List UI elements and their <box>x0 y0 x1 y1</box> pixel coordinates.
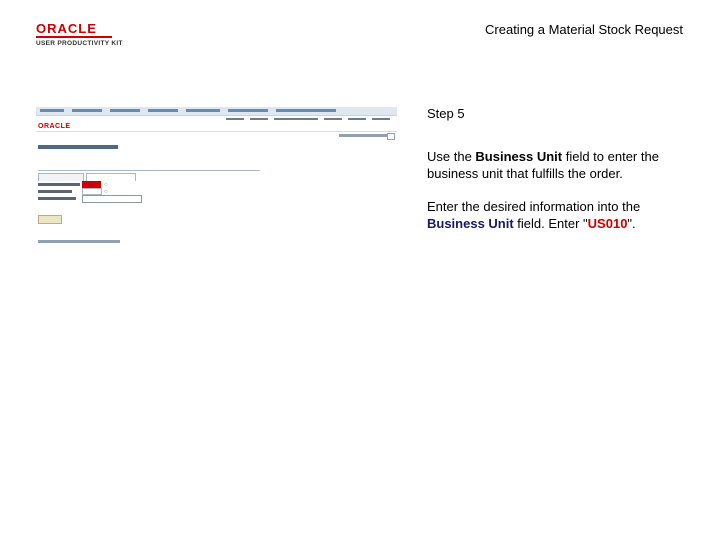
instruction-description: Use the Business Unit field to enter the… <box>427 148 697 182</box>
screenshot-thumbnail: ORACLE ○ ○ <box>36 107 397 247</box>
instruction-text: Enter the desired information into the <box>427 199 641 214</box>
thumb-footer-links <box>38 240 120 243</box>
field-reference: Business Unit <box>475 149 563 164</box>
entry-value: US010 <box>587 216 628 231</box>
thumb-label-business-unit <box>38 183 80 186</box>
oracle-upk-logo: ORACLE USER PRODUCTIVITY KIT <box>36 22 126 47</box>
thumb-breadcrumb-bar <box>36 107 397 116</box>
thumb-page-heading <box>38 145 118 149</box>
thumb-business-unit-highlight <box>82 181 101 188</box>
instruction-text: Use the <box>427 149 476 164</box>
thumb-tab-underline <box>38 170 260 171</box>
instruction-text: field. Enter " <box>513 216 588 231</box>
thumb-help-icon <box>387 133 395 140</box>
instruction-text: ". <box>627 216 636 231</box>
field-reference: Business Unit <box>427 216 514 231</box>
thumb-add-button <box>38 215 62 224</box>
thumb-label-request-type <box>38 197 76 200</box>
thumb-tab-find-existing <box>38 173 84 181</box>
instruction-action: Enter the desired information into the B… <box>427 198 697 232</box>
thumb-label-location <box>38 190 72 193</box>
thumb-menu-links <box>36 116 397 123</box>
step-label: Step 5 <box>427 106 465 121</box>
thumb-oracle-logo: ORACLE <box>38 123 71 130</box>
thumb-location-field <box>82 188 102 195</box>
thumb-lookup-icon: ○ <box>104 182 108 188</box>
document-title: Creating a Material Stock Request <box>485 22 683 37</box>
thumb-page-links <box>339 134 387 137</box>
thumb-request-type-select <box>82 195 142 203</box>
thumb-divider <box>36 131 397 132</box>
oracle-wordmark: ORACLE <box>36 22 112 38</box>
thumb-tab-add-new <box>86 173 136 181</box>
upk-wordmark: USER PRODUCTIVITY KIT <box>36 40 123 47</box>
